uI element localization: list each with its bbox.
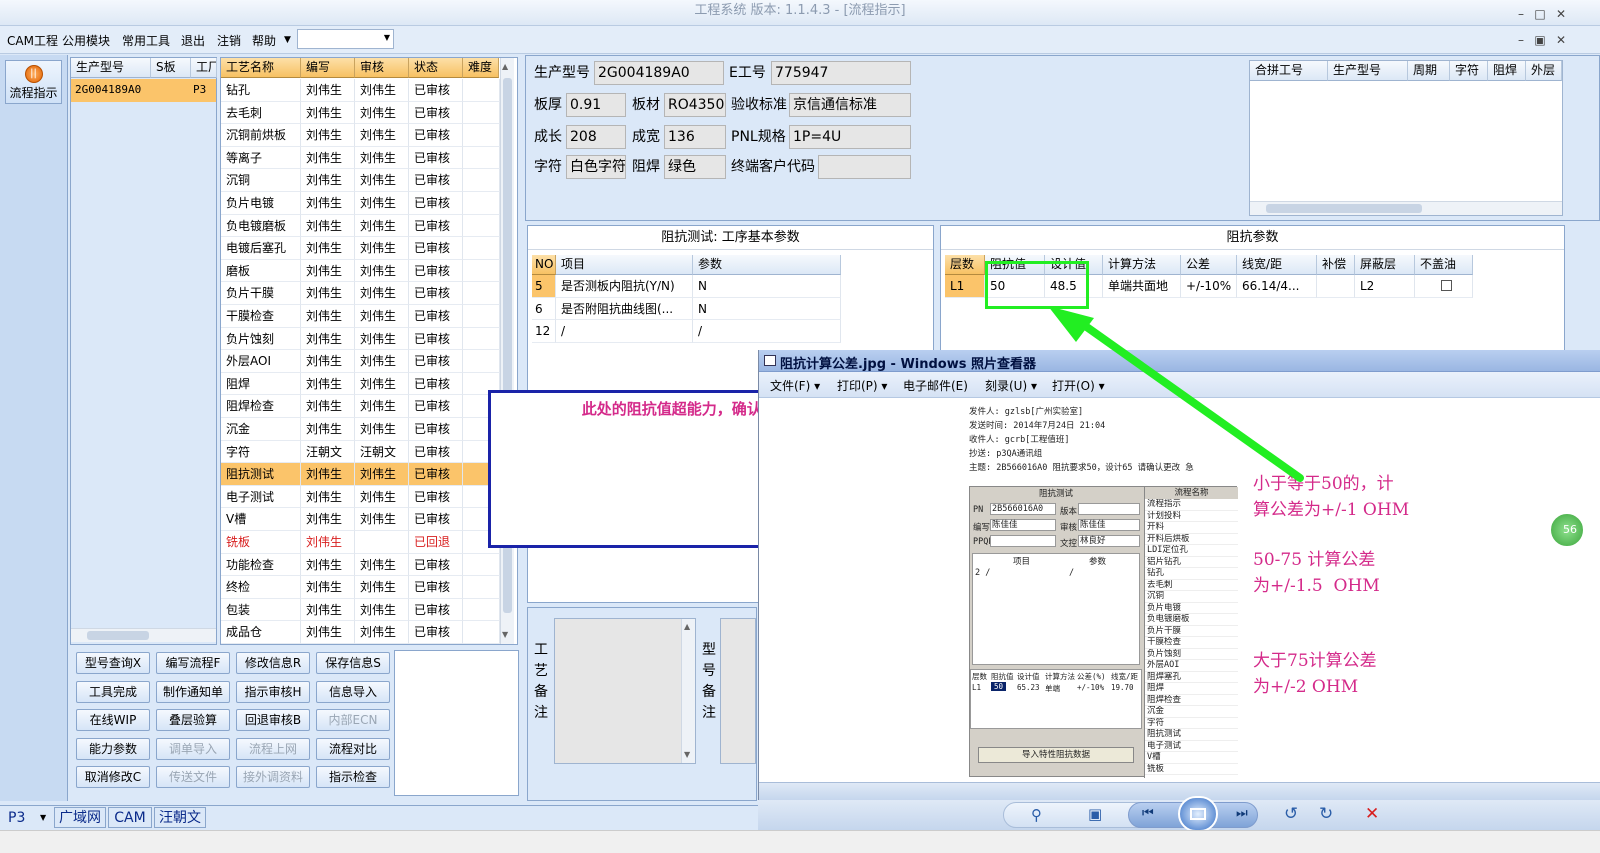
rotate-right-icon[interactable]: ↻ — [1319, 804, 1333, 824]
next-icon[interactable]: ⏭ — [1236, 806, 1248, 821]
arrow-line — [1070, 314, 1304, 482]
rotate-left-icon[interactable]: ↺ — [1284, 804, 1298, 824]
delete-icon[interactable]: ✕ — [1365, 804, 1379, 824]
slideshow-button[interactable] — [1178, 796, 1218, 832]
fit-icon[interactable]: ▣ — [1088, 805, 1102, 823]
status-bar: P3 ▼ 广域网 CAM 汪朝文 — [0, 805, 758, 829]
zoom-icon[interactable]: ⚲ — [1031, 806, 1042, 824]
factory-selector[interactable]: P3 — [8, 810, 25, 826]
previous-icon[interactable]: ⏮ — [1142, 806, 1154, 821]
bottom-strip — [0, 830, 1600, 853]
factory-dropdown-icon[interactable]: ▼ — [40, 813, 46, 822]
arrow-head — [1048, 306, 1094, 342]
slideshow-icon — [1190, 808, 1206, 820]
annotation-arrow — [1048, 306, 1304, 482]
status-module: CAM — [108, 807, 152, 828]
status-user: 汪朝文 — [154, 807, 206, 828]
viewer-controls: ⚲ ▣ ⏮ ⏭ ↺ ↻ ✕ — [758, 796, 1600, 832]
status-network: 广域网 — [54, 807, 106, 828]
